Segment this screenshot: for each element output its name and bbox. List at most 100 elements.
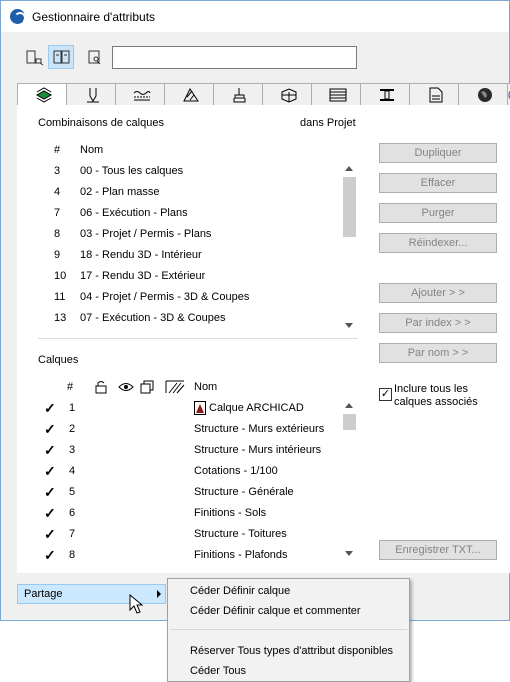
tab-fills[interactable] <box>164 83 214 105</box>
scroll-up-icon[interactable] <box>345 166 353 171</box>
tab-layers[interactable] <box>17 83 67 106</box>
table-row[interactable]: ✓ 8 Finitions - Plafonds <box>38 545 341 566</box>
list-item[interactable]: 3 00 - Tous les calques <box>38 161 341 182</box>
save-txt-button[interactable]: Enregistrer TXT... <box>379 540 497 560</box>
row-number: 5 <box>69 486 76 498</box>
beam-icon <box>380 89 394 101</box>
view-both-icon <box>53 50 70 64</box>
list-item[interactable]: 9 18 - Rendu 3D - Intérieur <box>38 245 341 266</box>
reindex-button[interactable]: Réindexer... <box>379 233 497 253</box>
scroll-thumb[interactable] <box>343 414 356 430</box>
list-item[interactable]: 10 17 - Rendu 3D - Extérieur <box>38 266 341 287</box>
document-icon <box>429 87 443 103</box>
tab-composites[interactable] <box>262 83 312 105</box>
menu-item-release-layer-comment[interactable]: Céder Définir calque et commenter <box>190 605 361 617</box>
globe-icon <box>478 88 492 102</box>
checkmark-icon[interactable]: ✓ <box>44 400 56 417</box>
checkmark-icon[interactable]: ✓ <box>44 547 56 564</box>
row-name: 03 - Projet / Permis - Plans <box>80 228 212 240</box>
purge-button[interactable]: Purger <box>379 203 497 223</box>
scroll-up-icon[interactable] <box>345 403 353 408</box>
list-item[interactable]: 13 07 - Exécution - 3D & Coupes <box>38 308 341 329</box>
composite-icon <box>233 88 246 103</box>
row-number: 1 <box>69 402 76 414</box>
tab-building-materials[interactable] <box>213 83 263 105</box>
attribute-manager-window: Gestionnaire d'attributs Combinaisons de… <box>0 0 510 621</box>
list-item[interactable]: 4 02 - Plan masse <box>38 182 341 203</box>
include-all-label: Inclure tous les calques associés <box>394 383 478 408</box>
table-row[interactable]: ✓ 6 Finitions - Sols <box>38 503 341 524</box>
row-number: 9 <box>54 249 61 261</box>
row-name: Finitions - Plafonds <box>194 549 288 561</box>
tab-profiles[interactable] <box>311 83 361 105</box>
copy-icon[interactable] <box>140 380 154 397</box>
layers-scrollbar[interactable] <box>341 398 358 563</box>
line-icon <box>133 91 151 101</box>
lock-icon[interactable] <box>94 380 108 397</box>
combinations-title: Combinaisons de calques <box>38 117 164 129</box>
list-item[interactable]: 7 06 - Exécution - Plans <box>38 203 341 224</box>
profile-icon <box>281 88 297 103</box>
menu-item-reserve-all[interactable]: Réserver Tous types d'attribut disponibl… <box>190 645 393 657</box>
row-number: 2 <box>69 423 76 435</box>
row-name: 02 - Plan masse <box>80 186 160 198</box>
partage-label: Partage <box>24 588 63 600</box>
layers-icon <box>35 87 53 103</box>
row-name: Finitions - Sols <box>194 507 267 519</box>
window-title: Gestionnaire d'attributs <box>32 10 156 24</box>
scroll-thumb[interactable] <box>343 177 356 237</box>
list-item[interactable]: 11 04 - Projet / Permis - 3D & Coupes <box>38 287 341 308</box>
submenu-arrow-icon <box>157 590 161 598</box>
combinations-scrollbar[interactable] <box>341 161 358 334</box>
menu-item-release-layer[interactable]: Céder Définir calque <box>190 585 290 597</box>
table-row[interactable]: ✓ 2 Structure - Murs extérieurs <box>38 419 341 440</box>
checkmark-icon[interactable]: ✓ <box>44 442 56 459</box>
by-name-button[interactable]: Par nom > > <box>379 343 497 363</box>
combinations-header: # Nom <box>38 140 341 161</box>
row-number: 7 <box>54 207 61 219</box>
checkmark-icon[interactable]: ✓ <box>44 505 56 522</box>
duplicate-button[interactable]: Dupliquer <box>379 143 497 163</box>
checkmark-icon[interactable]: ✓ <box>44 526 56 543</box>
archicad-layer-icon <box>194 401 206 418</box>
row-name: Structure - Toitures <box>194 528 287 540</box>
view-right-button[interactable] <box>79 45 105 69</box>
checkmark-icon[interactable]: ✓ <box>44 421 56 438</box>
tab-lines[interactable] <box>115 83 165 105</box>
row-number: 7 <box>69 528 76 540</box>
eye-icon[interactable] <box>118 380 134 397</box>
row-name: 18 - Rendu 3D - Intérieur <box>80 249 202 261</box>
table-row[interactable]: ✓ 7 Structure - Toitures <box>38 524 341 545</box>
table-row[interactable]: ✓ 4 Cotations - 1/100 <box>38 461 341 482</box>
view-left-button[interactable] <box>21 45 47 69</box>
checkmark-icon[interactable]: ✓ <box>44 463 56 480</box>
add-button[interactable]: Ajouter > > <box>379 283 497 303</box>
hatch-icon[interactable] <box>165 380 185 397</box>
col-num: # <box>54 144 61 156</box>
table-row[interactable]: ✓ 3 Structure - Murs intérieurs <box>38 440 341 461</box>
scroll-down-icon[interactable] <box>345 551 353 556</box>
tab-documents[interactable] <box>409 83 459 105</box>
delete-button[interactable]: Effacer <box>379 173 497 193</box>
search-input[interactable] <box>112 46 357 69</box>
by-index-button[interactable]: Par index > > <box>379 313 497 333</box>
zone-icon <box>329 88 347 102</box>
tab-globe[interactable] <box>458 83 508 105</box>
row-name: 07 - Exécution - 3D & Coupes <box>80 312 226 324</box>
mouse-cursor-icon <box>129 594 144 614</box>
row-number: 11 <box>54 291 66 303</box>
scroll-down-icon[interactable] <box>345 323 353 328</box>
checkmark-icon[interactable]: ✓ <box>44 484 56 501</box>
table-row[interactable]: ✓ 1 Calque ARCHICAD <box>38 398 341 419</box>
tab-pens[interactable] <box>66 83 116 105</box>
row-name: 06 - Exécution - Plans <box>80 207 188 219</box>
view-both-button[interactable] <box>48 45 74 69</box>
menu-item-release-all[interactable]: Céder Tous <box>190 665 246 677</box>
row-name: Structure - Générale <box>194 486 294 498</box>
list-item[interactable]: 8 03 - Projet / Permis - Plans <box>38 224 341 245</box>
include-all-checkbox[interactable]: ✓ <box>379 388 392 401</box>
tab-beams[interactable] <box>360 83 410 105</box>
row-name: Cotations - 1/100 <box>194 465 278 477</box>
table-row[interactable]: ✓ 5 Structure - Générale <box>38 482 341 503</box>
row-number: 13 <box>54 312 67 324</box>
